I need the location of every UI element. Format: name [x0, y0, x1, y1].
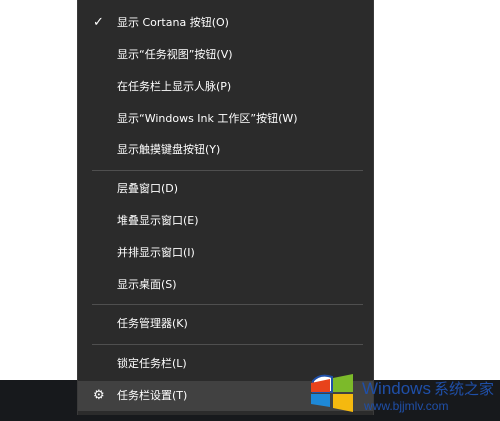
menu-item-label: 堆叠显示窗口(E) [117, 214, 199, 227]
menu-item-label: 显示“Windows Ink 工作区”按钮(W) [117, 112, 298, 125]
menu-item-label: 显示 Cortana 按钮(O) [117, 16, 229, 29]
menu-item-label: 任务栏设置(T) [117, 389, 188, 402]
menu-item-show-touch-keyboard[interactable]: 显示触摸键盘按钮(Y) [78, 135, 373, 165]
menu-item-label: 层叠窗口(D) [117, 182, 179, 195]
menu-item-label: 并排显示窗口(I) [117, 246, 195, 259]
menu-item-label: 显示桌面(S) [117, 278, 177, 291]
watermark-title: Windows 系统之家 [362, 378, 494, 399]
menu-item-stack-windows[interactable]: 堆叠显示窗口(E) [78, 206, 373, 236]
watermark: Windows 系统之家 www.bjjmlv.com [300, 365, 500, 421]
menu-item-show-windows-ink[interactable]: 显示“Windows Ink 工作区”按钮(W) [78, 104, 373, 134]
menu-item-label: 在任务栏上显示人脉(P) [117, 80, 232, 93]
menu-item-label: 任务管理器(K) [117, 317, 188, 330]
checkmark-icon: ✓ [93, 15, 104, 30]
menu-item-label: 显示“任务视图”按钮(V) [117, 48, 233, 61]
gear-icon: ⚙ [93, 388, 105, 403]
watermark-suffix: 系统之家 [433, 381, 494, 398]
watermark-brand: Windows [362, 379, 431, 398]
menu-item-show-people[interactable]: 在任务栏上显示人脉(P) [78, 72, 373, 102]
menu-item-show-cortana[interactable]: ✓ 显示 Cortana 按钮(O) [78, 8, 373, 38]
menu-item-label: 显示触摸键盘按钮(Y) [117, 143, 221, 156]
menu-separator [92, 304, 363, 305]
taskbar-context-menu: ✓ 显示 Cortana 按钮(O) 显示“任务视图”按钮(V) 在任务栏上显示… [77, 0, 374, 415]
menu-item-show-task-view[interactable]: 显示“任务视图”按钮(V) [78, 40, 373, 70]
menu-separator [92, 170, 363, 171]
menu-item-show-desktop[interactable]: 显示桌面(S) [78, 270, 373, 300]
menu-item-side-by-side-windows[interactable]: 并排显示窗口(I) [78, 238, 373, 268]
menu-item-label: 锁定任务栏(L) [117, 357, 187, 370]
watermark-url: www.bjjmlv.com [364, 399, 449, 413]
menu-item-task-manager[interactable]: 任务管理器(K) [78, 309, 373, 339]
menu-item-cascade-windows[interactable]: 层叠窗口(D) [78, 174, 373, 204]
windows-logo-icon [311, 374, 353, 412]
menu-separator [92, 344, 363, 345]
